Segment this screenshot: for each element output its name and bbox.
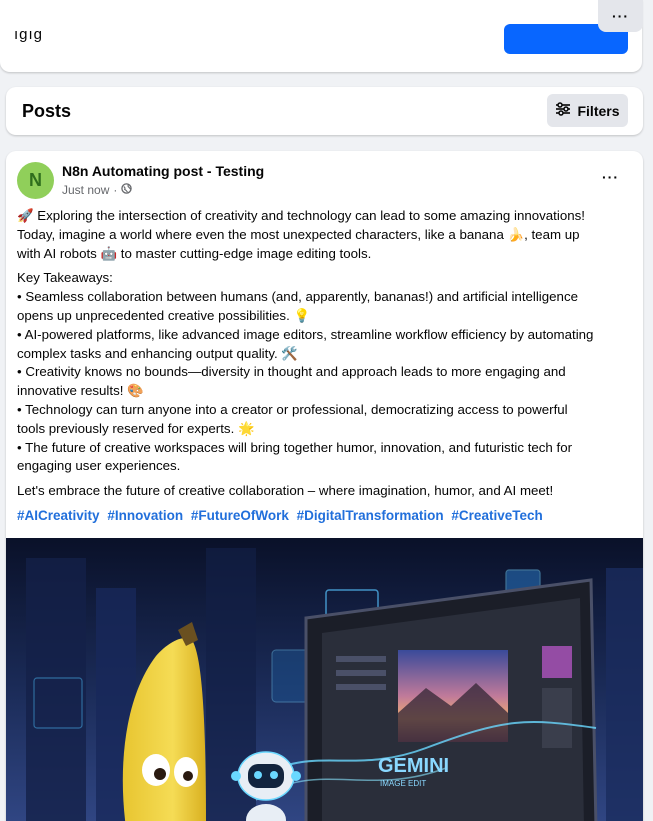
post-author[interactable]: N8n Automating post - Testing: [62, 163, 264, 179]
top-card: ıgıg: [0, 0, 642, 72]
post-time[interactable]: Just now: [62, 183, 109, 197]
post-card: N N8n Automating post - Testing Just now…: [6, 151, 643, 821]
hashtag-link[interactable]: #FutureOfWork: [191, 508, 289, 523]
takeaway-line: opens up unprecedented creative possibil…: [17, 307, 311, 323]
post-image[interactable]: GEMINI IMAGE EDIT: [6, 538, 643, 821]
intro-line: Today, imagine a world where even the mo…: [17, 226, 580, 242]
hashtag-link[interactable]: #Innovation: [107, 508, 183, 523]
filters-label: Filters: [577, 102, 620, 119]
post-takeaways: Key Takeaways: • Seamless collaboration …: [17, 269, 633, 476]
posts-header: Posts Filters: [6, 87, 643, 135]
hashtag-link[interactable]: #DigitalTransformation: [297, 508, 444, 523]
filters-button[interactable]: Filters: [547, 94, 628, 127]
takeaways-heading: Key Takeaways:: [17, 270, 113, 286]
cut-off-text: ıgıg: [14, 30, 44, 43]
intro-line: 🚀 Exploring the intersection of creativi…: [17, 208, 585, 223]
screen-title: GEMINI: [378, 755, 449, 777]
globe-icon: [121, 183, 133, 197]
filters-icon: [555, 102, 571, 119]
hashtag-link[interactable]: #AICreativity: [17, 508, 100, 523]
post-body: 🚀 Exploring the intersection of creativi…: [17, 207, 633, 532]
post-intro: 🚀 Exploring the intersection of creativi…: [17, 207, 633, 263]
hashtags: #AICreativity #Innovation #FutureOfWork …: [17, 507, 633, 526]
post-more-options-button[interactable]: ···: [602, 169, 619, 185]
hashtag-link[interactable]: #CreativeTech: [451, 508, 542, 523]
takeaway-line: • Creativity knows no bounds—diversity i…: [17, 364, 566, 380]
avatar[interactable]: N: [17, 162, 54, 199]
takeaway-line: tools previously reserved for experts. 🌟: [17, 420, 255, 436]
takeaway-line: innovative results! 🎨: [17, 383, 144, 399]
takeaway-line: engaging user experiences.: [17, 458, 181, 474]
posts-title: Posts: [22, 101, 72, 121]
takeaway-line: • The future of creative workspaces will…: [17, 439, 573, 455]
takeaway-line: • Seamless collaboration between humans …: [17, 289, 578, 305]
takeaway-line: • Technology can turn anyone into a crea…: [17, 401, 568, 417]
post-closing: Let's embrace the future of creative col…: [17, 483, 554, 499]
intro-line: with AI robots 🤖 to master cutting-edge …: [17, 245, 372, 261]
takeaway-line: • AI-powered platforms, like advanced im…: [17, 326, 594, 342]
meta-separator: ·: [113, 183, 118, 197]
post-meta: Just now ·: [62, 183, 133, 197]
takeaway-line: complex tasks and enhancing output quali…: [17, 345, 298, 361]
post-image-illustration: GEMINI IMAGE EDIT: [6, 538, 643, 821]
screen-subtitle: IMAGE EDIT: [380, 779, 426, 788]
more-options-button[interactable]: ···: [598, 0, 643, 32]
